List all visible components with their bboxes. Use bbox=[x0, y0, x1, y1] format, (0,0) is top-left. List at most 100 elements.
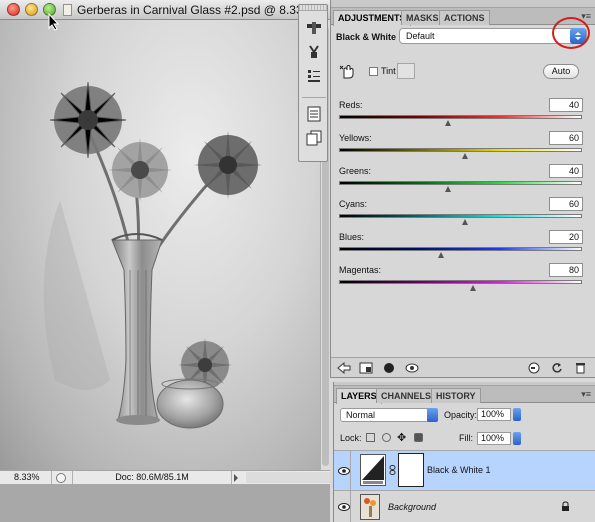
reset-icon[interactable] bbox=[551, 362, 563, 374]
tint-label: Tint bbox=[381, 66, 396, 76]
channel-label: Blues: bbox=[339, 232, 365, 242]
tab-layers[interactable]: LAYERS bbox=[336, 388, 382, 404]
tab-adjustments[interactable]: ADJUSTMENTS bbox=[333, 10, 411, 26]
image-canvas[interactable] bbox=[0, 20, 320, 470]
status-menu-arrow-icon[interactable] bbox=[234, 474, 238, 482]
channel-value-field[interactable]: 40 bbox=[549, 164, 583, 178]
previous-state-icon[interactable] bbox=[527, 362, 541, 374]
clone-icon[interactable] bbox=[304, 129, 324, 147]
channel-label: Yellows: bbox=[339, 133, 372, 143]
fill-label: Fill: bbox=[459, 433, 473, 443]
styles-icon[interactable] bbox=[304, 43, 324, 61]
horizontal-scrollbar[interactable] bbox=[246, 472, 330, 483]
panel-grip[interactable] bbox=[331, 0, 595, 8]
layer-name[interactable]: Background bbox=[388, 502, 436, 512]
channel-slider-track[interactable] bbox=[339, 280, 582, 284]
channel-slider-thumb[interactable] bbox=[462, 219, 469, 225]
channel-slider-thumb[interactable] bbox=[469, 285, 476, 291]
visibility-icon[interactable] bbox=[337, 491, 351, 522]
channel-row: Greens: 40 bbox=[331, 164, 595, 197]
document-proxy-icon[interactable] bbox=[63, 4, 72, 16]
channel-slider-track[interactable] bbox=[339, 247, 582, 251]
mask-icon[interactable] bbox=[383, 362, 395, 374]
expand-view-icon[interactable] bbox=[359, 362, 373, 374]
channel-value-field[interactable]: 60 bbox=[549, 131, 583, 145]
adjustment-layer-icon bbox=[360, 454, 386, 486]
tint-color-swatch[interactable] bbox=[397, 63, 415, 79]
channel-row: Blues: 20 bbox=[331, 230, 595, 263]
tint-checkbox[interactable] bbox=[369, 67, 378, 76]
channel-slider-thumb[interactable] bbox=[438, 252, 445, 258]
channel-row: Magentas: 80 bbox=[331, 263, 595, 296]
annotation-circle bbox=[552, 17, 590, 49]
lock-image-icon[interactable] bbox=[382, 433, 391, 442]
strip-grip[interactable] bbox=[299, 5, 327, 11]
channel-value-field[interactable]: 20 bbox=[549, 230, 583, 244]
notes-icon[interactable] bbox=[304, 105, 324, 123]
opacity-field[interactable]: 100% bbox=[477, 408, 511, 421]
blend-mode-select[interactable]: Normal bbox=[340, 408, 438, 422]
layers-tabbar: LAYERS CHANNELS HISTORY ▾≡ bbox=[334, 386, 595, 404]
channel-slider-thumb[interactable] bbox=[445, 186, 452, 192]
lock-transparency-icon[interactable] bbox=[366, 433, 375, 442]
delete-icon[interactable] bbox=[575, 362, 586, 374]
close-icon[interactable] bbox=[7, 3, 20, 16]
visibility-icon[interactable] bbox=[405, 362, 419, 374]
targeted-adjustment-hand-icon[interactable] bbox=[339, 64, 355, 80]
channel-row: Yellows: 60 bbox=[331, 131, 595, 164]
channel-label: Greens: bbox=[339, 166, 372, 176]
opacity-slider-button[interactable] bbox=[513, 408, 521, 421]
doc-size-readout[interactable]: Doc: 80.6M/85.1M bbox=[72, 471, 232, 484]
tab-channels[interactable]: CHANNELS bbox=[376, 388, 437, 403]
background-thumbnail bbox=[360, 494, 380, 520]
fill-slider-button[interactable] bbox=[513, 432, 521, 445]
photo-gerberas bbox=[43, 81, 262, 429]
layer-mask-thumbnail[interactable] bbox=[398, 453, 424, 487]
layer-comps-icon[interactable] bbox=[304, 67, 324, 85]
mouse-pointer-icon bbox=[48, 13, 60, 31]
layer-name[interactable]: Black & White 1 bbox=[427, 465, 491, 475]
lock-all-icon[interactable] bbox=[414, 433, 423, 442]
tab-masks[interactable]: MASKS bbox=[401, 10, 444, 25]
zoom-field[interactable]: 8.33% bbox=[0, 471, 52, 484]
channel-label: Reds: bbox=[339, 100, 363, 110]
fill-field[interactable]: 100% bbox=[477, 432, 511, 445]
tab-actions[interactable]: ACTIONS bbox=[439, 10, 490, 25]
layer-row-black-white[interactable]: Black & White 1 bbox=[334, 450, 595, 490]
channel-value-field[interactable]: 60 bbox=[549, 197, 583, 211]
channel-label: Cyans: bbox=[339, 199, 368, 209]
minimize-icon[interactable] bbox=[25, 3, 38, 16]
channel-label: Magentas: bbox=[339, 265, 382, 275]
layer-row-background[interactable]: Background bbox=[334, 490, 595, 522]
link-icon[interactable] bbox=[389, 465, 396, 475]
channel-row: Reds: 40 bbox=[331, 98, 595, 131]
status-bar: 8.33% Doc: 80.6M/85.1M bbox=[0, 470, 330, 484]
select-arrows-icon[interactable] bbox=[427, 408, 438, 422]
preset-value: Default bbox=[406, 31, 435, 41]
panel-menu-icon[interactable]: ▾≡ bbox=[581, 389, 591, 400]
channel-slider-thumb[interactable] bbox=[462, 153, 469, 159]
opacity-label: Opacity: bbox=[444, 410, 478, 420]
panel-icon-strip bbox=[298, 4, 328, 162]
status-icon[interactable] bbox=[56, 473, 66, 483]
strip-divider bbox=[302, 97, 326, 98]
tab-history[interactable]: HISTORY bbox=[431, 388, 481, 403]
lock-label: Lock: bbox=[340, 433, 362, 443]
channel-slider-track[interactable] bbox=[339, 181, 582, 185]
lock-position-icon[interactable]: ✥ bbox=[397, 431, 406, 444]
layers-panel: LAYERS CHANNELS HISTORY ▾≡ Normal Opacit… bbox=[333, 382, 595, 522]
auto-button[interactable]: Auto bbox=[543, 64, 579, 79]
channel-slider-thumb[interactable] bbox=[445, 120, 452, 126]
channel-value-field[interactable]: 80 bbox=[549, 263, 583, 277]
lock-icon bbox=[562, 501, 569, 511]
blend-mode-value: Normal bbox=[346, 410, 376, 420]
channel-slider-track[interactable] bbox=[339, 115, 582, 119]
adjustments-panel: ADJUSTMENTS MASKS ACTIONS ▾≡ Black & Whi… bbox=[330, 0, 595, 378]
back-icon[interactable] bbox=[337, 362, 351, 374]
channel-value-field[interactable]: 40 bbox=[549, 98, 583, 112]
adjustments-icon[interactable] bbox=[304, 19, 324, 37]
channel-slider-track[interactable] bbox=[339, 214, 582, 218]
channel-slider-track[interactable] bbox=[339, 148, 582, 152]
visibility-icon[interactable] bbox=[337, 451, 351, 490]
document-title: Gerberas in Carnival Glass #2.psd @ 8.33 bbox=[77, 3, 303, 17]
